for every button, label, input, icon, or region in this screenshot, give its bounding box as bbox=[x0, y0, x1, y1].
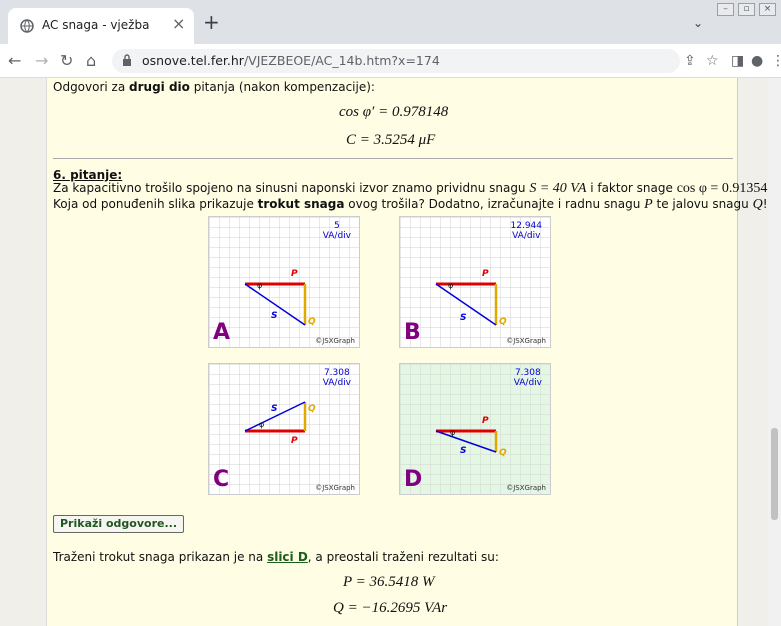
menu-kebab-icon[interactable]: ⋮ bbox=[771, 53, 781, 69]
close-tab-icon[interactable]: × bbox=[172, 14, 185, 33]
profile-avatar-icon[interactable]: ● bbox=[751, 53, 763, 69]
diagram-option-a[interactable]: P Q S φ 5 VA/div A ©JSXGraph bbox=[208, 216, 360, 348]
page-scrollbar[interactable] bbox=[768, 78, 781, 626]
phi-label: φ bbox=[259, 420, 265, 429]
home-icon[interactable]: ⌂ bbox=[86, 51, 96, 70]
forward-arrow-icon[interactable]: → bbox=[35, 51, 48, 70]
exercise-content: Odgovori za drugi dio pitanja (nakon kom… bbox=[46, 78, 768, 626]
jsxgraph-credit: ©JSXGraph bbox=[506, 337, 546, 345]
s-label: S bbox=[271, 404, 278, 414]
answer-link[interactable]: slici D bbox=[267, 550, 308, 564]
option-letter: A bbox=[213, 320, 231, 345]
phi-label: φ bbox=[448, 281, 454, 290]
back-arrow-icon[interactable]: ← bbox=[8, 51, 21, 70]
diagram-option-b[interactable]: P Q S φ 12.944 VA/div B ©JSXGraph bbox=[399, 216, 551, 348]
diagram-option-d[interactable]: P Q S φ 7.308 VA/div D ©JSXGraph bbox=[399, 363, 551, 495]
s-label: S bbox=[460, 313, 467, 323]
bookmark-star-icon[interactable]: ☆ bbox=[706, 53, 719, 69]
diagram-option-c[interactable]: P Q S φ 7.308 VA/div C ©JSXGraph bbox=[208, 363, 360, 495]
option-letter: B bbox=[404, 320, 421, 345]
intro-text: Odgovori za drugi dio pitanja (nakon kom… bbox=[53, 80, 375, 94]
phi-label: φ bbox=[257, 281, 263, 290]
equation-cos-phi-prime: cos φ′ = 0.978148 bbox=[339, 104, 449, 120]
tab-title: AC snaga - vježba bbox=[42, 18, 150, 32]
share-icon[interactable]: ⇪ bbox=[684, 53, 696, 69]
globe-icon bbox=[20, 19, 34, 33]
s-label: S bbox=[460, 446, 467, 456]
show-answers-button[interactable]: Prikaži odgovore... bbox=[53, 515, 185, 533]
question-heading: 6. pitanje: bbox=[53, 168, 123, 182]
new-tab-button[interactable]: + bbox=[203, 12, 220, 32]
side-panel-icon[interactable]: ◨ bbox=[731, 53, 744, 69]
jsxgraph-credit: ©JSXGraph bbox=[315, 484, 355, 492]
question-line-2: Koja od ponuđenih slika prikazuje trokut… bbox=[53, 197, 768, 212]
equation-q: Q = −16.2695 VAr bbox=[333, 600, 448, 616]
scale-label: 12.944 VA/div bbox=[510, 221, 543, 241]
q-label: Q bbox=[499, 317, 507, 327]
equation-capacitance: C = 3.5254 μF bbox=[346, 132, 436, 148]
option-letter: D bbox=[404, 467, 423, 492]
jsxgraph-credit: ©JSXGraph bbox=[315, 337, 355, 345]
equation-p: P = 36.5418 W bbox=[343, 574, 435, 590]
q-label: Q bbox=[499, 448, 507, 458]
divider bbox=[53, 158, 733, 159]
page-viewport: Odgovori za drugi dio pitanja (nakon kom… bbox=[0, 78, 768, 626]
s-label: S bbox=[271, 311, 278, 321]
q-label: Q bbox=[308, 317, 316, 327]
close-window-icon[interactable]: × bbox=[759, 3, 776, 16]
scrollbar-thumb[interactable] bbox=[771, 428, 778, 520]
tab-bar: AC snaga - vježba × + ⌄ – ▫ × bbox=[0, 0, 781, 44]
option-letter: C bbox=[213, 467, 230, 492]
scale-label: 5 VA/div bbox=[322, 221, 351, 241]
lock-icon bbox=[123, 54, 131, 66]
maximize-icon[interactable]: ▫ bbox=[738, 3, 755, 16]
q-label: Q bbox=[308, 404, 316, 414]
p-label: P bbox=[291, 436, 298, 446]
phi-label: φ bbox=[450, 428, 456, 437]
browser-toolbar: ← → ↻ ⌂ osnove.tel.fer.hr/VJEZBEOE/AC_14… bbox=[0, 44, 781, 78]
scale-label: 7.308 VA/div bbox=[513, 368, 542, 388]
minimize-icon[interactable]: – bbox=[717, 3, 734, 16]
reload-icon[interactable]: ↻ bbox=[60, 51, 73, 70]
p-label: P bbox=[482, 416, 489, 426]
answer-text: Traženi trokut snaga prikazan je na slic… bbox=[53, 550, 499, 564]
tab-search-chevron-icon[interactable]: ⌄ bbox=[693, 16, 703, 30]
url-text: osnove.tel.fer.hr/VJEZBEOE/AC_14b.htm?x=… bbox=[142, 53, 440, 68]
scale-label: 7.308 VA/div bbox=[322, 368, 351, 388]
p-label: P bbox=[482, 269, 489, 279]
address-bar[interactable]: osnove.tel.fer.hr/VJEZBEOE/AC_14b.htm?x=… bbox=[112, 49, 680, 73]
browser-tab[interactable]: AC snaga - vježba × bbox=[8, 8, 194, 44]
p-label: P bbox=[291, 269, 298, 279]
question-line-1: Za kapacitivno trošilo spojeno na sinusn… bbox=[53, 181, 768, 196]
jsxgraph-credit: ©JSXGraph bbox=[506, 484, 546, 492]
